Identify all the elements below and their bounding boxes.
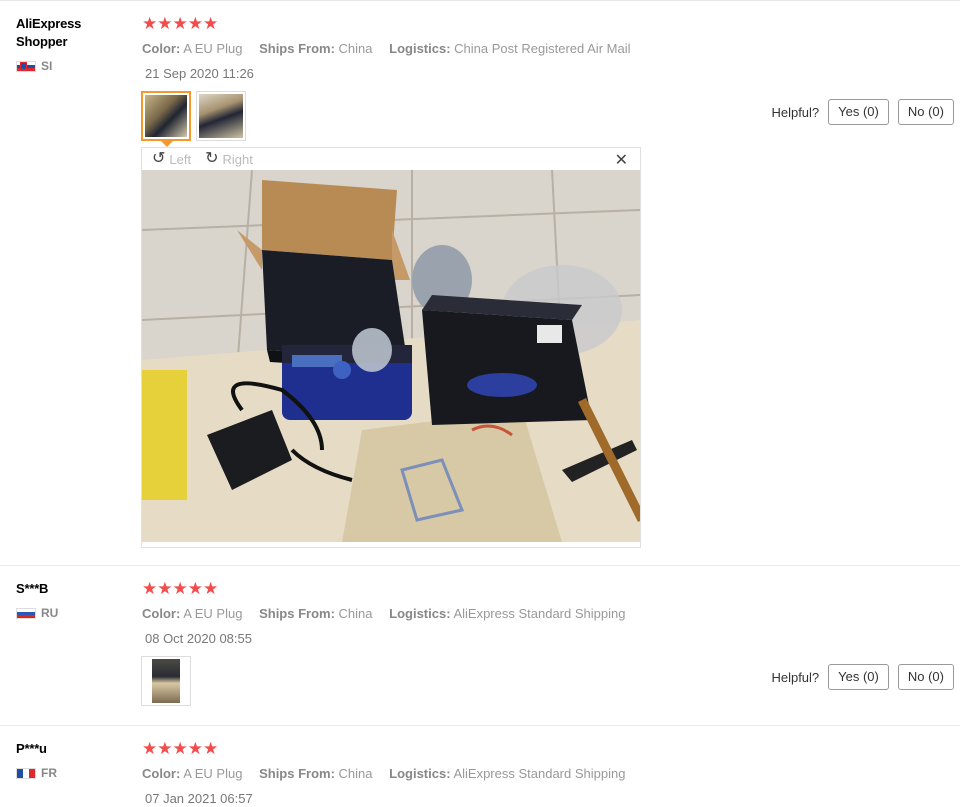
review-photo-thumb[interactable] (196, 91, 246, 141)
review-body: ★★★★★ Color: A EU Plug Ships From: China… (142, 580, 638, 647)
color-label: Color: (142, 766, 181, 781)
helpful-yes-button[interactable]: Yes (0) (828, 664, 889, 690)
rotate-left-button[interactable]: ↺ Left (152, 150, 192, 167)
review-meta: Color: A EU Plug Ships From: China Logis… (142, 606, 638, 621)
logistics-label: Logistics: (389, 41, 451, 56)
helpful-no-button[interactable]: No (0) (897, 664, 954, 690)
close-icon[interactable]: ✕ (615, 150, 628, 170)
reviewer-info: S***B RU (16, 580, 126, 620)
star-icons: ★★★★★ (142, 14, 219, 33)
country-code: RU (41, 606, 59, 620)
flag-fr-icon (16, 767, 36, 779)
reviewer-info: AliExpress Shopper SI (16, 15, 126, 73)
review-item: P***u FR ★★★★★ Color: A EU Plug Ships Fr… (0, 725, 960, 807)
review-item: S***B RU ★★★★★ Color: A EU Plug Ships Fr… (0, 565, 960, 725)
review-body: ★★★★★ Color: A EU Plug Ships From: China… (142, 740, 638, 807)
color-label: Color: (142, 41, 181, 56)
rotate-right-button[interactable]: ↻ Right (205, 150, 253, 167)
reviewer-name: P***u (16, 741, 47, 756)
star-rating: ★★★★★ (142, 15, 643, 33)
logistics-value: AliExpress Standard Shipping (453, 606, 626, 621)
color-value: A EU Plug (183, 606, 243, 621)
reviewer-name: S***B (16, 581, 49, 596)
color-label: Color: (142, 606, 181, 621)
ships-label: Ships From: (259, 766, 335, 781)
review-photos (141, 91, 246, 147)
ships-label: Ships From: (259, 606, 335, 621)
star-rating: ★★★★★ (142, 580, 638, 598)
helpful-label: Helpful? (771, 104, 820, 120)
rotate-left-icon: ↺ (152, 150, 166, 167)
review-meta: Color: A EU Plug Ships From: China Logis… (142, 41, 643, 56)
country-code: FR (41, 766, 57, 780)
color-value: A EU Plug (183, 766, 243, 781)
rotate-right-label: Right (222, 151, 253, 167)
review-body: ★★★★★ Color: A EU Plug Ships From: China… (142, 15, 643, 82)
flag-si-icon (16, 60, 36, 72)
review-date: 08 Oct 2020 08:55 (145, 631, 252, 646)
review-date: 07 Jan 2021 06:57 (145, 791, 253, 806)
star-rating: ★★★★★ (142, 740, 638, 758)
helpful-votes: Helpful? Yes (0) No (0) (771, 99, 954, 125)
country-code: SI (41, 59, 53, 73)
rotate-left-label: Left (169, 151, 192, 167)
color-value: A EU Plug (183, 41, 243, 56)
review-item: AliExpress Shopper SI ★★★★★ Color: A EU … (0, 0, 960, 565)
logistics-value: China Post Registered Air Mail (454, 41, 631, 56)
helpful-yes-button[interactable]: Yes (0) (828, 99, 889, 125)
reviewer-country: SI (16, 59, 126, 73)
helpful-votes: Helpful? Yes (0) No (0) (771, 664, 954, 690)
review-photo-large (142, 170, 640, 542)
review-photo-thumb[interactable] (141, 91, 191, 147)
ships-value: China (338, 766, 373, 781)
reviewer-info: P***u FR (16, 740, 126, 780)
ships-label: Ships From: (259, 41, 335, 56)
helpful-label: Helpful? (771, 669, 820, 685)
review-photos (141, 656, 191, 706)
helpful-no-button[interactable]: No (0) (897, 99, 954, 125)
product-photo-illustration (142, 170, 640, 542)
logistics-label: Logistics: (389, 766, 451, 781)
review-meta: Color: A EU Plug Ships From: China Logis… (142, 766, 638, 781)
ships-value: China (338, 606, 373, 621)
photo-thumbnail (199, 94, 243, 138)
reviewer-country: FR (16, 766, 126, 780)
flag-ru-icon (16, 607, 36, 619)
rotate-right-icon: ↻ (205, 150, 219, 167)
viewer-toolbar: ↺ Left ↻ Right ✕ (142, 148, 640, 170)
reviewer-name: AliExpress Shopper (16, 16, 82, 49)
photo-viewer: ↺ Left ↻ Right ✕ (141, 147, 641, 548)
review-date: 21 Sep 2020 11:26 (145, 66, 254, 81)
star-icons: ★★★★★ (142, 579, 219, 598)
logistics-value: AliExpress Standard Shipping (453, 766, 626, 781)
logistics-label: Logistics: (389, 606, 451, 621)
star-icons: ★★★★★ (142, 739, 219, 758)
photo-thumbnail (152, 659, 180, 703)
ships-value: China (338, 41, 373, 56)
photo-thumbnail (145, 95, 187, 137)
reviewer-country: RU (16, 606, 126, 620)
review-photo-thumb[interactable] (141, 656, 191, 706)
